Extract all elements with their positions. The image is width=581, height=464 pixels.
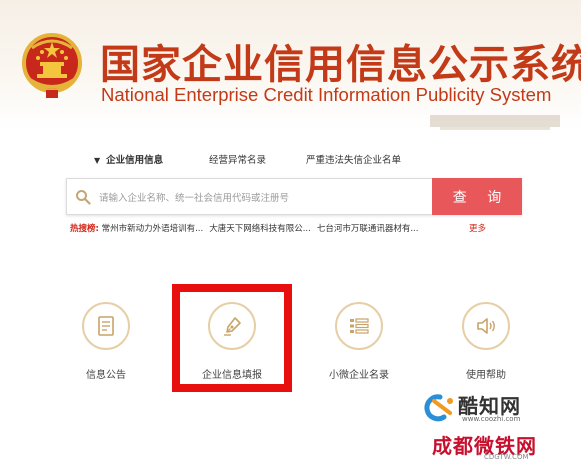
- watermark-site-url: CDGTW.COM: [484, 453, 529, 461]
- national-emblem-icon: [22, 33, 82, 98]
- tab-label: 严重违法失信企业名单: [306, 155, 402, 166]
- feature-label: 使用帮助: [466, 370, 506, 381]
- feature-small-micro-enterprise-list[interactable]: 小微企业名录: [314, 302, 404, 381]
- feature-help[interactable]: 使用帮助: [441, 302, 531, 381]
- hot-search-bar: 热搜榜: 常州市新动力外语培训有... 大唐天下网络科技有限公... 七台河市万联通…: [70, 222, 510, 234]
- search-button[interactable]: 查 询: [432, 178, 522, 215]
- site-title-chinese: 国家企业信用信息公示系统: [100, 42, 581, 88]
- hot-search-item[interactable]: 大唐天下网络科技有限公...: [209, 224, 311, 234]
- search-input[interactable]: [97, 185, 431, 211]
- coozhi-logo-icon: [424, 394, 453, 422]
- speaker-icon: [477, 318, 495, 334]
- tab-abnormal-operation-list[interactable]: 经营异常名录: [209, 152, 266, 166]
- feature-label: 小微企业名录: [329, 370, 389, 381]
- feature-icon-ring: [462, 302, 510, 350]
- search-bar: 查 询: [66, 178, 522, 215]
- annotation-highlight-box: [172, 284, 292, 392]
- watermark-site-url: www.coozhi.com: [462, 415, 521, 423]
- tab-label: 企业信用信息: [106, 155, 164, 166]
- tab-label: 经营异常名录: [209, 155, 267, 166]
- feature-info-announcement[interactable]: 信息公告: [61, 302, 151, 381]
- feature-label: 信息公告: [86, 370, 126, 381]
- hot-search-more-link[interactable]: 更多: [469, 222, 486, 234]
- site-header: 国家企业信用信息公示系统 National Enterprise Credit …: [0, 0, 581, 130]
- search-tabs: ▼ 企业信用信息 经营异常名录 严重违法失信企业名单: [94, 152, 514, 172]
- document-icon: [98, 316, 114, 336]
- triangle-down-icon: ▼: [94, 156, 101, 165]
- list-icon: [350, 318, 369, 334]
- watermark-coozhi: 酷知网 www.coozhi.com: [420, 392, 580, 426]
- watermark-cdgtw: 成都微铁网 CDGTW.COM: [432, 430, 581, 464]
- hot-search-item[interactable]: 常州市新动力外语培训有...: [102, 224, 204, 234]
- feature-icon-ring: [82, 302, 130, 350]
- hot-search-label: 热搜榜:: [70, 224, 99, 234]
- tab-serious-violation-list[interactable]: 严重违法失信企业名单: [306, 152, 401, 166]
- tab-enterprise-credit-info[interactable]: ▼ 企业信用信息: [94, 152, 163, 166]
- hot-search-item[interactable]: 七台河市万联通讯器材有...: [317, 224, 419, 234]
- feature-icon-ring: [335, 302, 383, 350]
- tiananmen-decoration-icon: [430, 115, 560, 130]
- search-icon: [76, 190, 91, 205]
